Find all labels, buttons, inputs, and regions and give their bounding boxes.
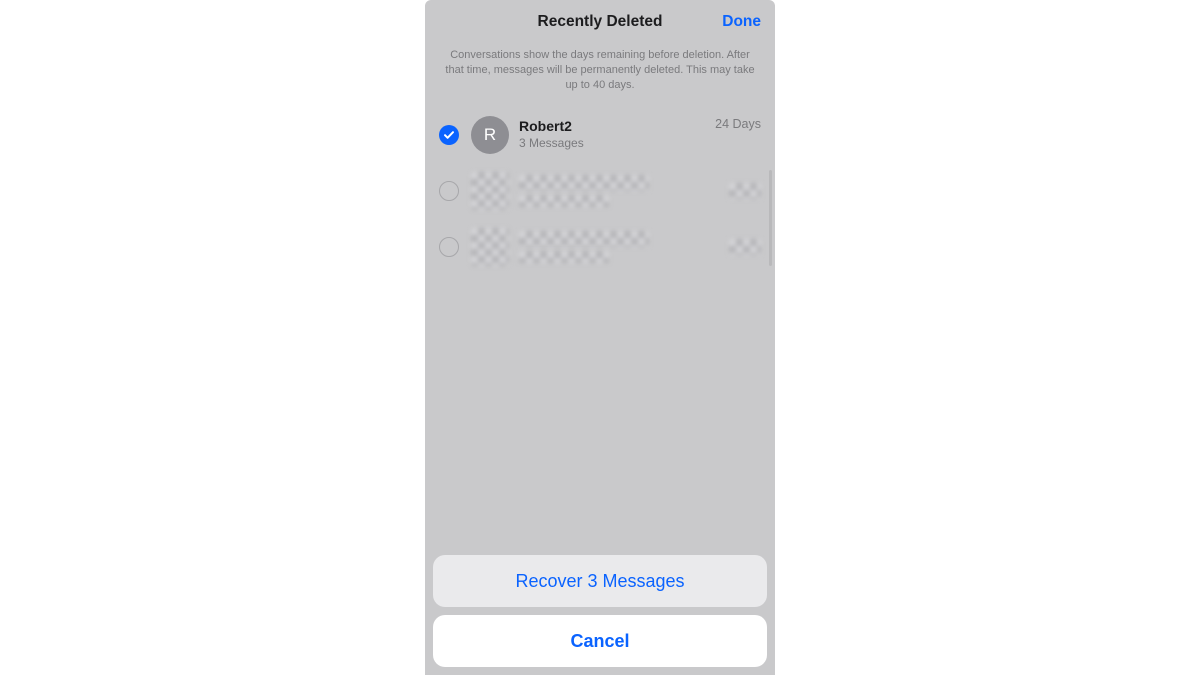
done-button[interactable]: Done	[722, 13, 761, 31]
cancel-button[interactable]: Cancel	[433, 615, 767, 667]
redacted-line	[519, 231, 649, 247]
checkmark-icon	[443, 129, 455, 141]
redacted-days	[729, 239, 761, 255]
redacted-line	[519, 251, 609, 263]
conversation-name: Robert2	[519, 118, 707, 135]
select-circle-checked[interactable]	[439, 125, 459, 145]
avatar: R	[471, 116, 509, 154]
conversation-row-redacted[interactable]	[425, 219, 775, 275]
redacted-avatar	[471, 172, 509, 210]
description-text: Conversations show the days remaining be…	[425, 44, 775, 107]
action-sheet: Recover 3 Messages Cancel	[425, 547, 775, 675]
redacted-content	[471, 172, 761, 210]
conversation-meta: Robert2 3 Messages	[519, 118, 707, 150]
phone-screen: Recently Deleted Done Conversations show…	[425, 0, 775, 675]
conversation-row[interactable]: R Robert2 3 Messages 24 Days	[425, 107, 775, 163]
header: Recently Deleted Done	[425, 0, 775, 44]
stage: Recently Deleted Done Conversations show…	[0, 0, 1200, 675]
select-circle-unchecked[interactable]	[439, 237, 459, 257]
recover-button[interactable]: Recover 3 Messages	[433, 555, 767, 607]
redacted-days	[729, 183, 761, 199]
conversation-list: R Robert2 3 Messages 24 Days	[425, 107, 775, 547]
page-title: Recently Deleted	[538, 13, 663, 31]
redacted-line	[519, 175, 649, 191]
conversation-subtitle: 3 Messages	[519, 136, 707, 150]
days-remaining-label: 24 Days	[715, 117, 761, 131]
conversation-row-redacted[interactable]	[425, 163, 775, 219]
select-circle-unchecked[interactable]	[439, 181, 459, 201]
scrollbar[interactable]	[769, 170, 772, 266]
redacted-avatar	[471, 228, 509, 266]
redacted-content	[471, 228, 761, 266]
redacted-line	[519, 195, 609, 207]
